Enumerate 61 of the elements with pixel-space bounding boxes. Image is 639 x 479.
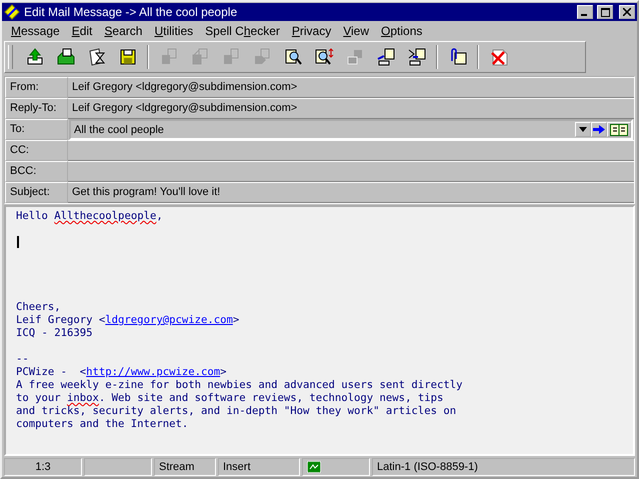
menu-item[interactable]: Search	[98, 24, 148, 38]
text-line: computers and the Internet.	[16, 418, 190, 431]
upload-icon	[24, 47, 44, 67]
field-value[interactable]: Leif Gregory <ldgregory@subdimension.com>	[68, 77, 634, 98]
field-label: From:	[5, 77, 68, 98]
inbox-tray-icon	[56, 47, 76, 67]
menu-item[interactable]: Edit	[66, 24, 98, 38]
text-line: and tricks, security alerts, and in-depth "How they work" articles on	[16, 405, 458, 418]
message-body-editor[interactable]	[4, 205, 635, 456]
search-replace-icon	[314, 47, 334, 67]
document-arrow-icon	[406, 47, 426, 67]
arrow-button[interactable]	[591, 122, 607, 137]
field-value[interactable]	[68, 161, 634, 182]
caret-icon	[579, 127, 587, 132]
recipient-combo-field[interactable]: All the cool people	[69, 119, 633, 140]
stack-icon	[344, 47, 364, 67]
stamp-icon	[307, 461, 321, 473]
arrow-icon	[593, 125, 605, 134]
menu-item[interactable]: Options	[375, 24, 428, 38]
menu-item[interactable]: Utilities	[148, 24, 200, 38]
status-pane: Latin-1 (ISO-8859-1)	[372, 458, 635, 476]
menu-item[interactable]: View	[337, 24, 376, 38]
text-line: ICQ - 216395	[16, 327, 94, 340]
text-line: Hello Allthecoolpeople,	[16, 210, 164, 223]
status-pane: Stream	[154, 458, 216, 476]
address-book-button[interactable]	[607, 122, 631, 137]
status-pane: 1:3	[4, 458, 82, 476]
text-line: to your inbox. Web site and software reviews, technology news, tips	[16, 392, 444, 405]
field-label: BCC:	[5, 161, 68, 182]
menu-item[interactable]: Privacy	[286, 24, 338, 38]
address-book-icon	[610, 124, 628, 136]
text-line: Leif Gregory <ldgregory@pcwize.com>	[16, 314, 240, 327]
maximize-button[interactable]	[597, 5, 613, 19]
maximize-icon	[600, 8, 610, 16]
field-value[interactable]	[68, 140, 634, 161]
field-label: CC:	[5, 140, 68, 161]
text-line: --	[16, 353, 30, 366]
field-label: Reply-To:	[5, 98, 68, 119]
menu-item[interactable]: Message	[5, 24, 66, 38]
dropdown-button[interactable]	[575, 122, 591, 137]
window-title: Edit Mail Message -> All the cool people	[24, 5, 238, 19]
minimize-button[interactable]	[577, 5, 593, 19]
copy-icon	[190, 47, 210, 67]
field-label: To:	[5, 119, 68, 140]
status-pane	[84, 458, 152, 476]
text-line: Cheers,	[16, 301, 62, 314]
text-line: A free weekly e-zine for both newbies and advanced users sent directly	[16, 379, 464, 392]
field-value[interactable]: Get this program! You'll love it!	[68, 182, 634, 203]
close-button[interactable]	[619, 5, 635, 19]
search-icon	[282, 47, 302, 67]
pen-icon	[4, 4, 20, 20]
status-pane: Insert	[218, 458, 300, 476]
hourglass-icon	[86, 47, 106, 67]
text-line: PCWize - <http://www.pcwize.com>	[16, 366, 228, 379]
menu-item[interactable]: Spell Checker	[199, 24, 286, 38]
field-value[interactable]: Leif Gregory <ldgregory@subdimension.com>	[68, 98, 634, 119]
delete-icon	[488, 47, 508, 67]
text-cursor	[17, 236, 19, 248]
document-arrow-icon	[376, 47, 396, 67]
close-icon	[623, 8, 631, 16]
field-label: Subject:	[5, 182, 68, 203]
